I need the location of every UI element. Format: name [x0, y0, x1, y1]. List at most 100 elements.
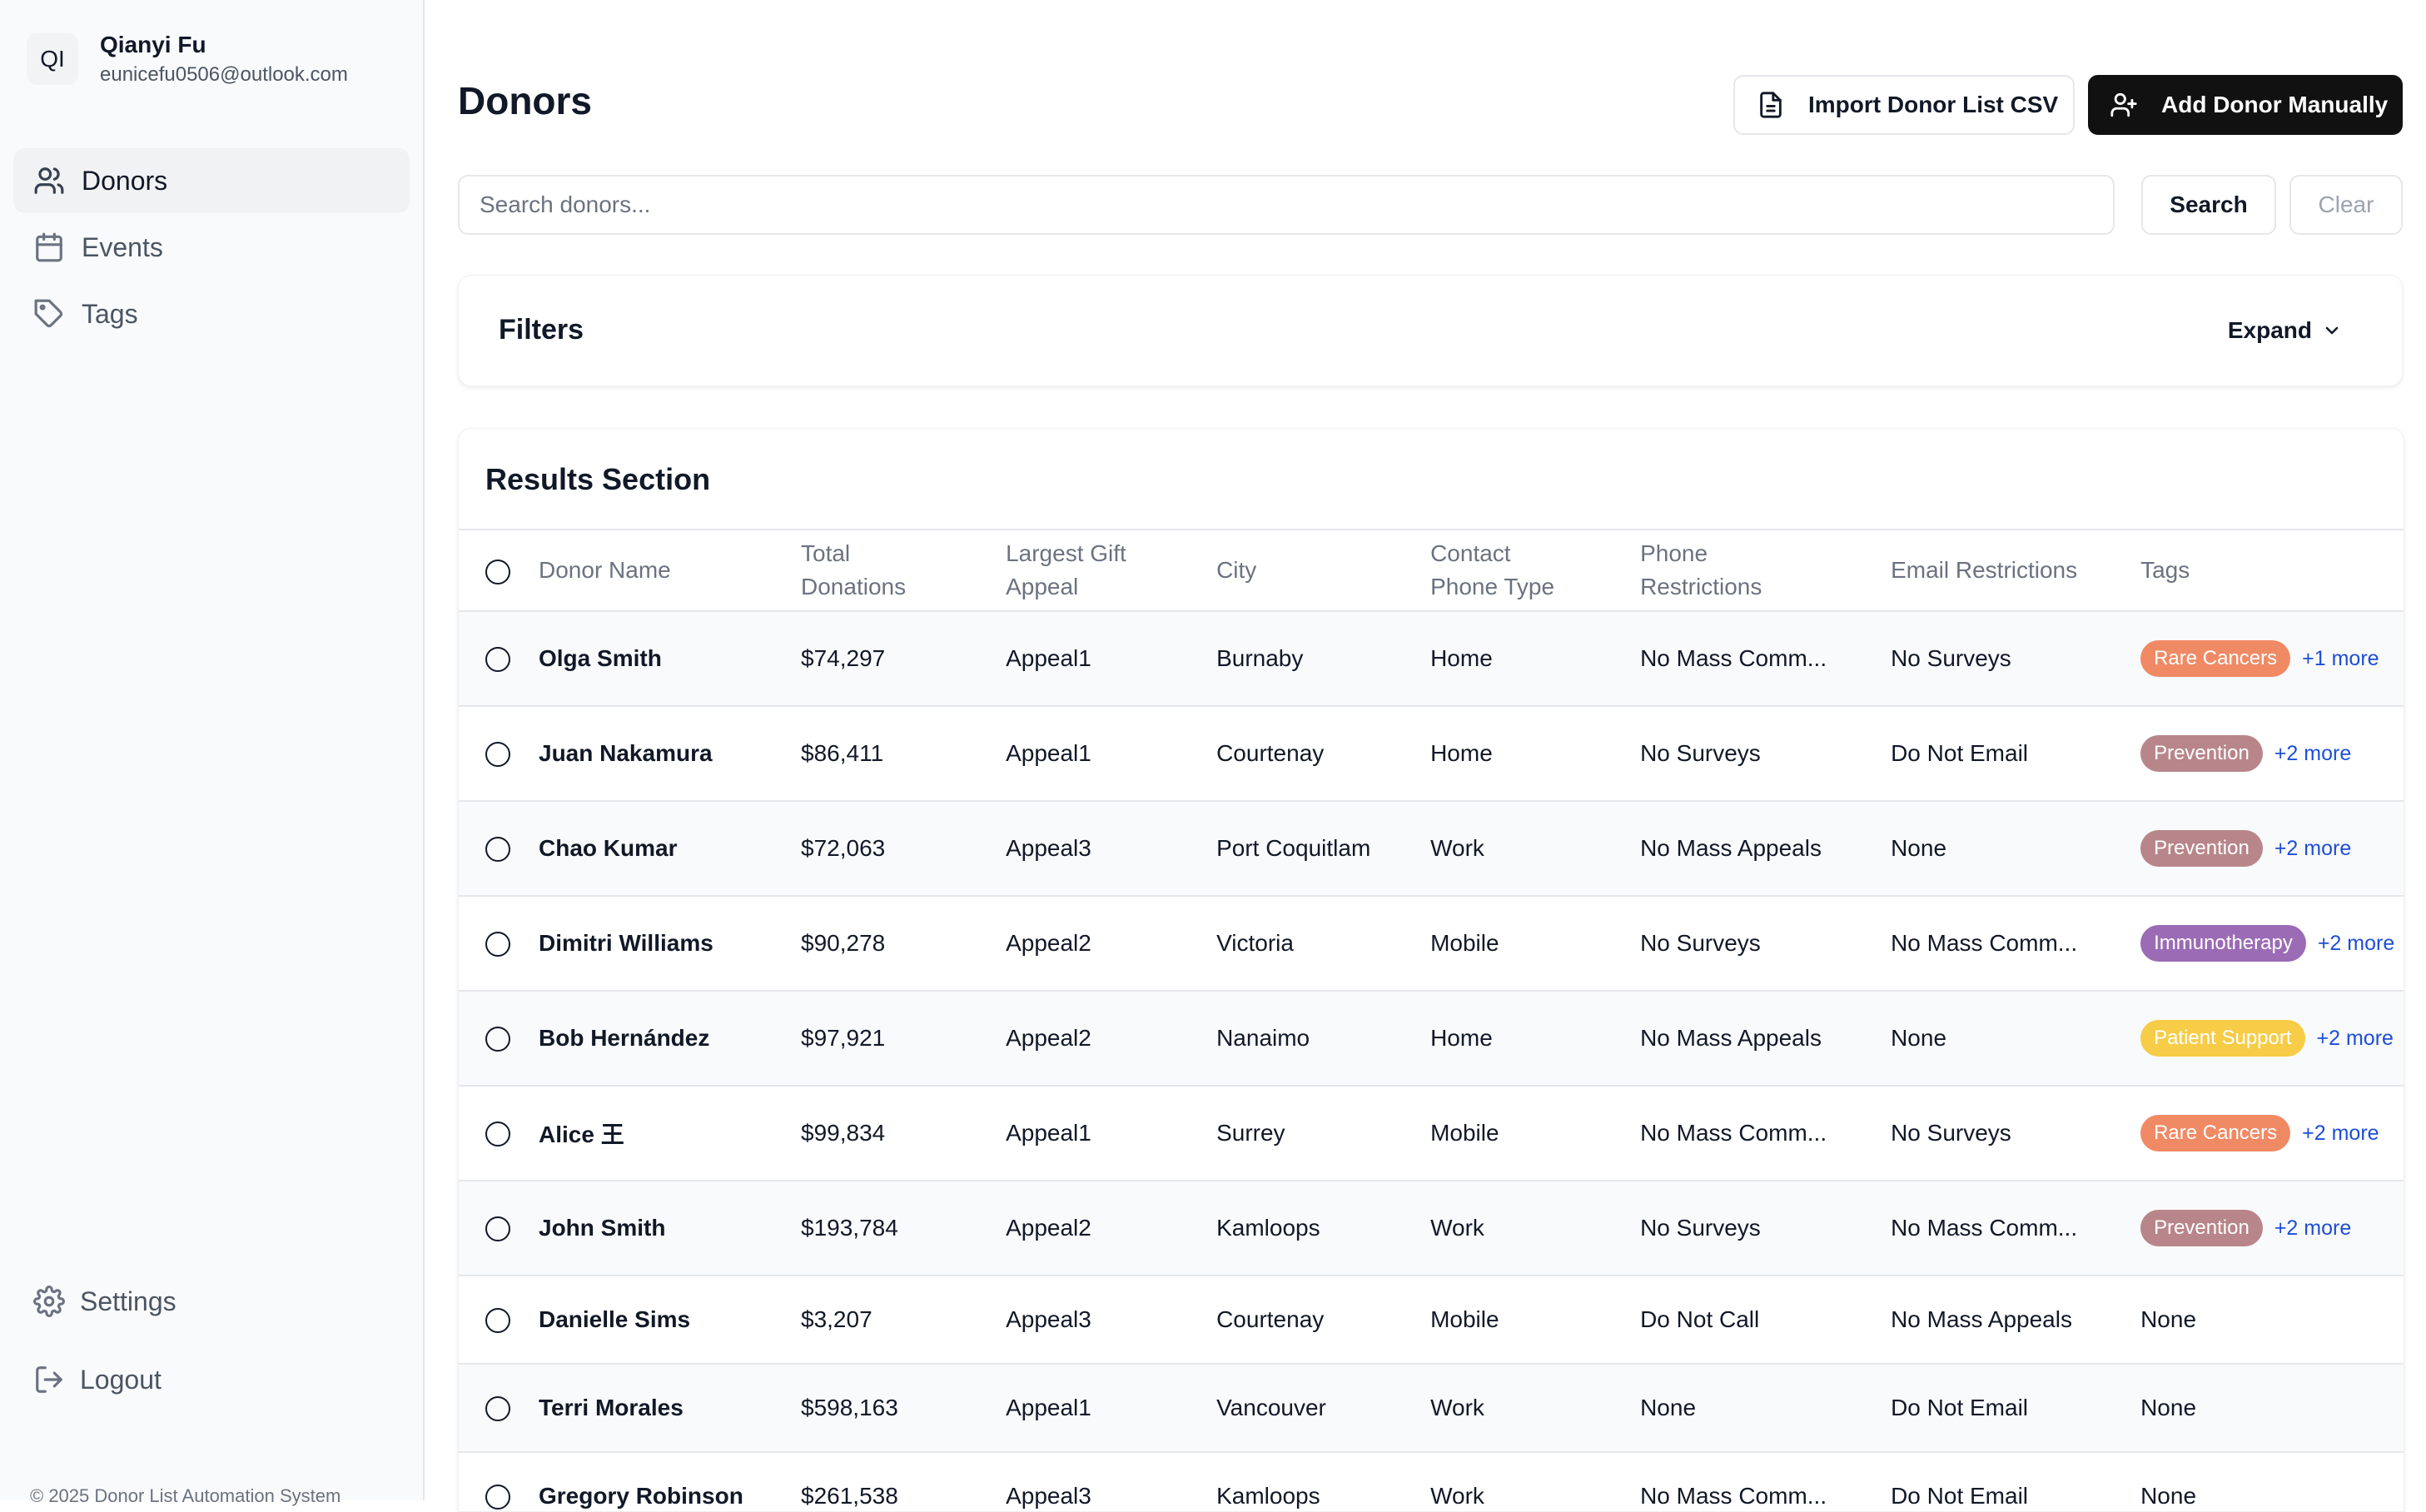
table-row[interactable]: Terri Morales $598,163 Appeal1 Vancouver Wor… [459, 1364, 2404, 1452]
phone-restrictions-cell: None [1640, 1395, 1697, 1420]
more-tags-link[interactable]: +2 more [2318, 932, 2394, 955]
tag-badge[interactable]: Prevention [2140, 1210, 2263, 1246]
donor-name-cell: Terri Morales [539, 1395, 684, 1420]
tags-cell: None [2140, 1395, 2197, 1420]
search-input[interactable] [458, 175, 2115, 235]
row-checkbox[interactable] [485, 837, 510, 863]
more-tags-link[interactable]: +2 more [2274, 1216, 2351, 1240]
logout-label: Logout [80, 1364, 162, 1395]
row-checkbox[interactable] [485, 742, 510, 768]
row-checkbox[interactable] [485, 647, 510, 673]
import-csv-button[interactable]: Import Donor List CSV [1733, 75, 2075, 135]
filters-panel: Filters Expand [458, 275, 2403, 386]
table-header-row: Donor Name Total Donations Largest Gift … [459, 530, 2404, 611]
avatar: QI [27, 33, 78, 85]
tags-cell: Prevention +2 more [2140, 801, 2404, 896]
total-donations-cell: $86,411 [801, 740, 884, 766]
add-donor-button[interactable]: Add Donor Manually [2088, 75, 2403, 135]
more-tags-link[interactable]: +2 more [2274, 837, 2351, 860]
column-header-total-donations[interactable]: Total Donations [801, 530, 1006, 611]
tags-cell: Prevention +2 more [2140, 1181, 2404, 1276]
phone-type-cell: Work [1430, 1215, 1484, 1241]
table-row[interactable]: Dimitri Williams $90,278 Appeal2 Victoria Mo… [459, 896, 2404, 991]
table-row[interactable]: Juan Nakamura $86,411 Appeal1 Courtenay Home… [459, 706, 2404, 801]
email-restrictions-cell: No Surveys [1891, 1120, 2011, 1146]
donor-name-cell: Gregory Robinson [539, 1483, 743, 1509]
row-checkbox[interactable] [485, 1122, 510, 1147]
city-cell: Victoria [1216, 930, 1294, 956]
search-button[interactable]: Search [2141, 175, 2276, 235]
column-header-city[interactable]: City [1216, 530, 1430, 611]
appeal-cell: Appeal3 [1006, 1483, 1091, 1509]
file-icon [1760, 92, 1782, 118]
table-row[interactable]: Chao Kumar $72,063 Appeal3 Port Coquitlam Wo… [459, 801, 2404, 896]
total-donations-cell: $97,921 [801, 1025, 886, 1051]
more-tags-link[interactable]: +2 more [2274, 742, 2351, 765]
copyright: © 2025 Donor List Automation System [30, 1485, 341, 1506]
table-row[interactable]: John Smith $193,784 Appeal2 Kamloops Work No … [459, 1181, 2404, 1276]
phone-type-cell: Home [1430, 740, 1493, 766]
donor-name-cell: Dimitri Williams [539, 930, 713, 956]
donor-name-cell: Chao Kumar [539, 835, 678, 861]
city-cell: Courtenay [1216, 740, 1325, 766]
city-cell: Vancouver [1216, 1395, 1326, 1420]
appeal-cell: Appeal2 [1006, 1025, 1091, 1051]
sidebar-item-events[interactable]: Events [13, 215, 410, 280]
more-tags-link[interactable]: +1 more [2302, 647, 2379, 670]
column-header-largest-gift-appeal[interactable]: Largest Gift Appeal [1006, 530, 1216, 611]
phone-type-cell: Mobile [1430, 1306, 1499, 1332]
table-row[interactable]: Bob Hernández $97,921 Appeal2 Nanaimo Home No… [459, 991, 2404, 1086]
column-header-contact-phone-type[interactable]: Contact Phone Type [1430, 530, 1640, 611]
row-checkbox[interactable] [485, 1308, 510, 1334]
more-tags-link[interactable]: +2 more [2302, 1122, 2379, 1145]
row-checkbox[interactable] [485, 1396, 510, 1422]
column-header-phone-restrictions[interactable]: Phone Restrictions [1640, 530, 1891, 611]
sidebar-item-label: Tags [82, 298, 138, 329]
row-checkbox[interactable] [485, 1485, 510, 1510]
column-header-email-restrictions[interactable]: Email Restrictions [1891, 530, 2140, 611]
table-row[interactable]: Alice 王 $99,834 Appeal1 Surrey Mobile No Mass… [459, 1086, 2404, 1181]
settings-label: Settings [80, 1286, 176, 1316]
tags-cell: Rare Cancers +1 more [2140, 611, 2404, 706]
expand-filters-button[interactable]: Expand [2228, 317, 2342, 344]
user-profile: QI Qianyi Fu eunicefu0506@outlook.com [0, 0, 423, 87]
table-row[interactable]: Gregory Robinson $261,538 Appeal3 Kamloops W… [459, 1452, 2404, 1511]
sidebar-item-tags[interactable]: Tags [13, 281, 410, 346]
users-icon [34, 167, 64, 194]
user-email: eunicefu0506@outlook.com [100, 63, 348, 86]
sidebar: QI Qianyi Fu eunicefu0506@outlook.com Do… [0, 0, 425, 1506]
row-checkbox[interactable] [485, 1216, 510, 1242]
sidebar-item-donors[interactable]: Donors [13, 148, 410, 213]
expand-label: Expand [2227, 317, 2312, 343]
select-all-checkbox[interactable] [485, 559, 510, 584]
row-checkbox[interactable] [485, 1027, 510, 1052]
add-donor-label: Add Donor Manually [2161, 92, 2389, 117]
table-row[interactable]: Danielle Sims $3,207 Appeal3 Courtenay Mobil… [459, 1276, 2404, 1364]
donor-name-cell: John Smith [539, 1215, 666, 1241]
tag-badge[interactable]: Patient Support [2140, 1020, 2305, 1057]
total-donations-cell: $74,297 [801, 645, 886, 671]
tag-badge[interactable]: Prevention [2140, 830, 2263, 867]
donor-name-cell: Danielle Sims [539, 1306, 691, 1332]
donor-name-cell: Juan Nakamura [539, 740, 713, 766]
column-header-tags[interactable]: Tags [2140, 530, 2404, 611]
clear-button[interactable]: Clear [2289, 175, 2403, 235]
column-header-donor-name[interactable]: Donor Name [539, 530, 801, 611]
city-cell: Courtenay [1216, 1306, 1325, 1332]
logout-link[interactable]: Logout [33, 1350, 176, 1409]
tag-badge[interactable]: Rare Cancers [2140, 640, 2291, 677]
more-tags-link[interactable]: +2 more [2317, 1027, 2394, 1050]
tag-badge[interactable]: Rare Cancers [2140, 1115, 2291, 1151]
tag-badge[interactable]: Prevention [2140, 735, 2263, 772]
results-title: Results Section [485, 462, 711, 496]
row-checkbox[interactable] [485, 932, 510, 957]
import-csv-label: Import Donor List CSV [1808, 92, 2059, 117]
settings-link[interactable]: Settings [33, 1272, 176, 1330]
tag-badge[interactable]: Immunotherapy [2140, 925, 2306, 962]
phone-type-cell: Work [1430, 835, 1484, 861]
total-donations-cell: $72,063 [801, 835, 886, 861]
table-row[interactable]: Olga Smith $74,297 Appeal1 Burnaby Home No Ma… [459, 611, 2404, 706]
city-cell: Surrey [1216, 1120, 1285, 1146]
tags-cell: None [2140, 1306, 2197, 1332]
city-cell: Kamloops [1216, 1483, 1320, 1509]
